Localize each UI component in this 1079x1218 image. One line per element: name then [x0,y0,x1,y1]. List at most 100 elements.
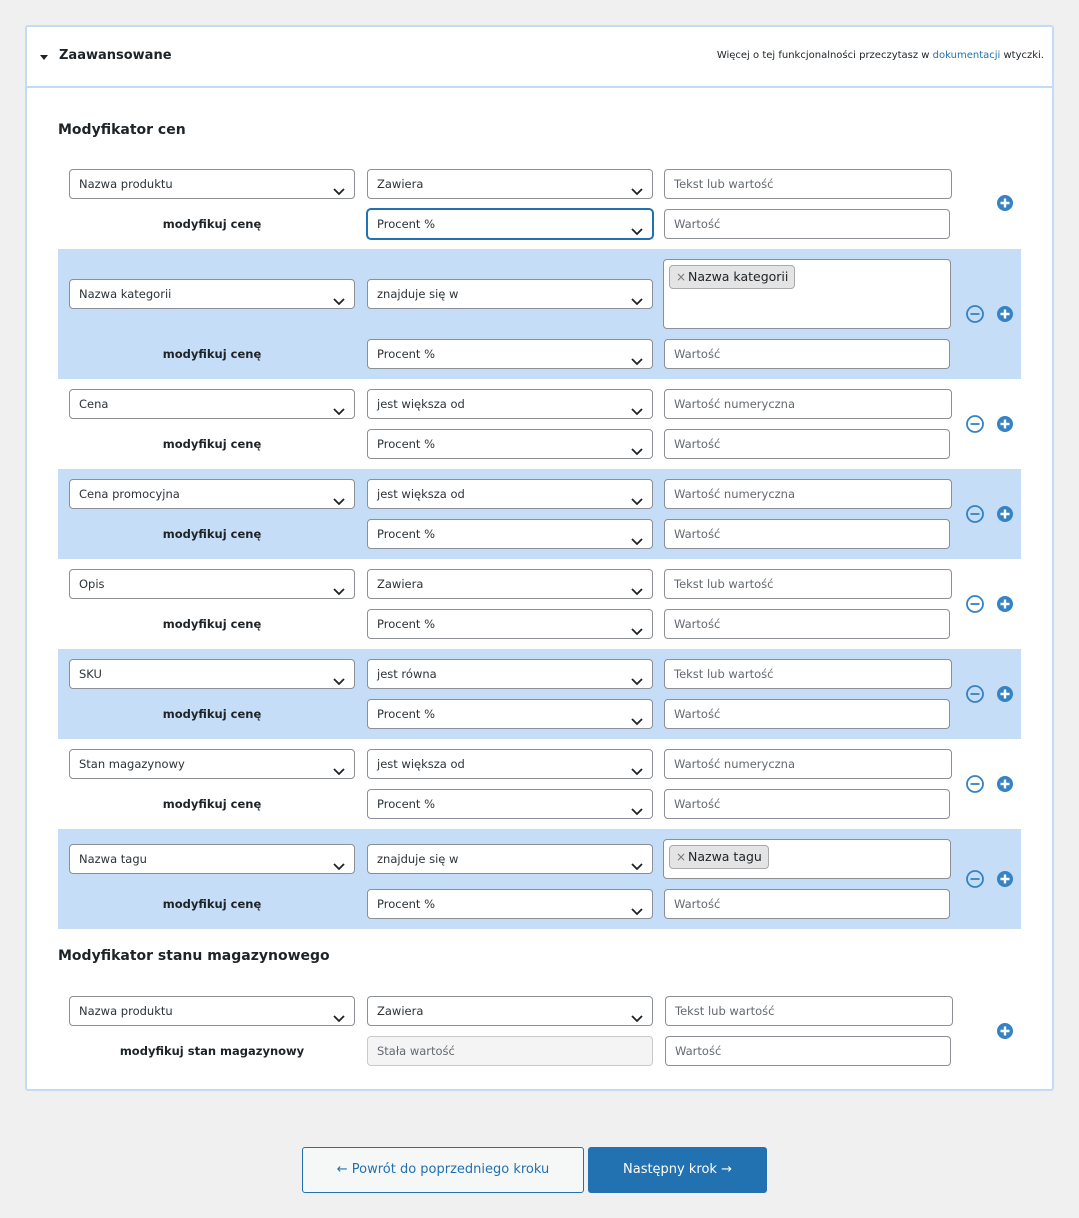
modifier-amount-input-placeholder: Wartość [674,797,721,811]
stock-modifier-select-placeholder: Stała wartość [377,1044,455,1058]
modifier-amount-input[interactable]: Wartość [664,209,950,239]
modifier-amount-input[interactable]: Wartość [664,789,950,819]
add-rule-icon[interactable] [995,304,1015,324]
condition-operator-select-value: Zawiera [377,177,424,191]
price-rule-row: Cena jest większa od Wartość numeryczna mod… [58,379,1021,469]
condition-tags-input[interactable]: × Nazwa kategorii [663,259,951,329]
remove-rule-icon[interactable] [965,304,985,324]
modifier-type-select-value: Procent % [377,797,436,811]
modifier-amount-input[interactable]: Wartość [664,609,950,639]
modifier-amount-input[interactable]: Wartość [664,889,950,919]
modifier-type-select[interactable]: Procent % [367,889,653,919]
condition-field-select[interactable]: Nazwa produktu [69,996,355,1026]
condition-operator-select[interactable]: Zawiera [367,569,653,599]
chevron-down-icon [332,759,346,776]
condition-field-select-value: Nazwa produktu [79,1004,173,1018]
remove-rule-icon[interactable] [965,504,985,524]
remove-rule-icon[interactable] [965,684,985,704]
modifier-amount-input-placeholder: Wartość [674,217,721,231]
panel-title: Zaawansowane [59,48,172,63]
modifier-amount-input[interactable]: Wartość [664,339,950,369]
condition-value-input[interactable]: Tekst lub wartość [665,996,953,1026]
remove-tag-icon[interactable]: × [676,846,686,868]
remove-rule-icon[interactable] [965,774,985,794]
documentation-link[interactable]: dokumentacji [933,50,1001,61]
add-rule-icon[interactable] [995,193,1015,213]
chevron-down-icon [332,179,346,196]
condition-field-select[interactable]: Nazwa kategorii [69,279,355,309]
condition-value-input-placeholder: Wartość numeryczna [674,757,796,771]
condition-operator-select[interactable]: Zawiera [367,996,653,1026]
modifier-type-select[interactable]: Procent % [367,519,653,549]
condition-operator-select[interactable]: Zawiera [367,169,653,199]
condition-operator-select[interactable]: znajduje się w [367,279,653,309]
modifier-type-select[interactable]: Procent % [367,339,653,369]
modifier-type-select-value: Procent % [377,217,436,231]
remove-rule-icon[interactable] [965,594,985,614]
add-rule-icon[interactable] [995,504,1015,524]
remove-tag-icon[interactable]: × [676,266,686,288]
condition-field-select-value: Stan magazynowy [79,757,185,771]
next-step-button[interactable]: Następny krok → [588,1147,767,1193]
condition-operator-select[interactable]: jest równa [367,659,653,689]
modifier-type-select[interactable]: Procent % [367,789,653,819]
panel-header[interactable]: Zaawansowane Więcej o tej funkcjonalnośc… [27,27,1052,88]
selected-tag[interactable]: × Nazwa tagu [669,845,769,869]
condition-field-select[interactable]: Opis [69,569,355,599]
chevron-down-icon [630,529,644,546]
condition-field-select-value: Opis [79,577,105,591]
modifier-amount-input[interactable]: Wartość [665,1036,951,1066]
condition-field-select[interactable]: Cena [69,389,355,419]
condition-field-select-value: Cena [79,397,109,411]
condition-value-input[interactable]: Wartość numeryczna [664,479,952,509]
selected-tag[interactable]: × Nazwa kategorii [669,265,796,289]
condition-value-input[interactable]: Tekst lub wartość [664,569,952,599]
modifier-amount-input[interactable]: Wartość [664,699,950,729]
add-rule-icon[interactable] [995,684,1015,704]
modifier-type-select-value: Procent % [377,527,436,541]
chevron-down-icon [630,439,644,456]
condition-value-input[interactable]: Tekst lub wartość [664,659,952,689]
price-rule-row: SKU jest równa Tekst lub wartość modyfikuj … [58,649,1021,739]
caret-down-icon[interactable] [40,55,48,60]
chevron-down-icon [630,289,644,306]
chevron-down-icon [630,399,644,416]
stock-modifier-select[interactable]: Stała wartość [367,1036,653,1066]
condition-field-select[interactable]: Nazwa tagu [69,844,355,874]
back-button[interactable]: ← Powrót do poprzedniego kroku [302,1147,584,1193]
price-rule-row: Nazwa produktu Zawiera Tekst lub wartość mo… [58,159,1021,249]
modifier-amount-input[interactable]: Wartość [664,429,950,459]
remove-rule-icon[interactable] [965,869,985,889]
remove-rule-icon[interactable] [965,414,985,434]
condition-operator-select[interactable]: jest większa od [367,389,653,419]
condition-operator-select-value: Zawiera [377,1004,424,1018]
condition-operator-select[interactable]: jest większa od [367,749,653,779]
condition-value-input[interactable]: Wartość numeryczna [664,389,952,419]
condition-field-select[interactable]: Cena promocyjna [69,479,355,509]
modifier-type-select[interactable]: Procent % [367,429,653,459]
condition-operator-select[interactable]: znajduje się w [367,844,653,874]
modifier-type-select[interactable]: Procent % [367,609,653,639]
modifier-type-select[interactable]: Procent % [367,209,653,239]
price-modifier-title: Modyfikator cen [58,122,186,138]
add-rule-icon[interactable] [995,594,1015,614]
condition-value-input-placeholder: Tekst lub wartość [674,177,774,191]
condition-field-select[interactable]: SKU [69,659,355,689]
condition-tags-input[interactable]: × Nazwa tagu [663,839,951,879]
condition-value-input[interactable]: Wartość numeryczna [664,749,952,779]
condition-operator-select[interactable]: jest większa od [367,479,653,509]
modifier-type-select[interactable]: Procent % [367,699,653,729]
add-rule-icon[interactable] [995,414,1015,434]
add-rule-icon[interactable] [995,774,1015,794]
condition-operator-select-value: jest większa od [377,487,465,501]
chevron-down-icon [630,219,644,236]
modifier-amount-input[interactable]: Wartość [664,519,950,549]
condition-value-input[interactable]: Tekst lub wartość [664,169,952,199]
condition-operator-select-value: Zawiera [377,577,424,591]
condition-field-select-value: SKU [79,667,102,681]
modify-price-label: modyfikuj cenę [162,617,262,631]
condition-field-select[interactable]: Stan magazynowy [69,749,355,779]
add-rule-icon[interactable] [995,869,1015,889]
add-rule-icon[interactable] [995,1021,1015,1041]
condition-field-select[interactable]: Nazwa produktu [69,169,355,199]
